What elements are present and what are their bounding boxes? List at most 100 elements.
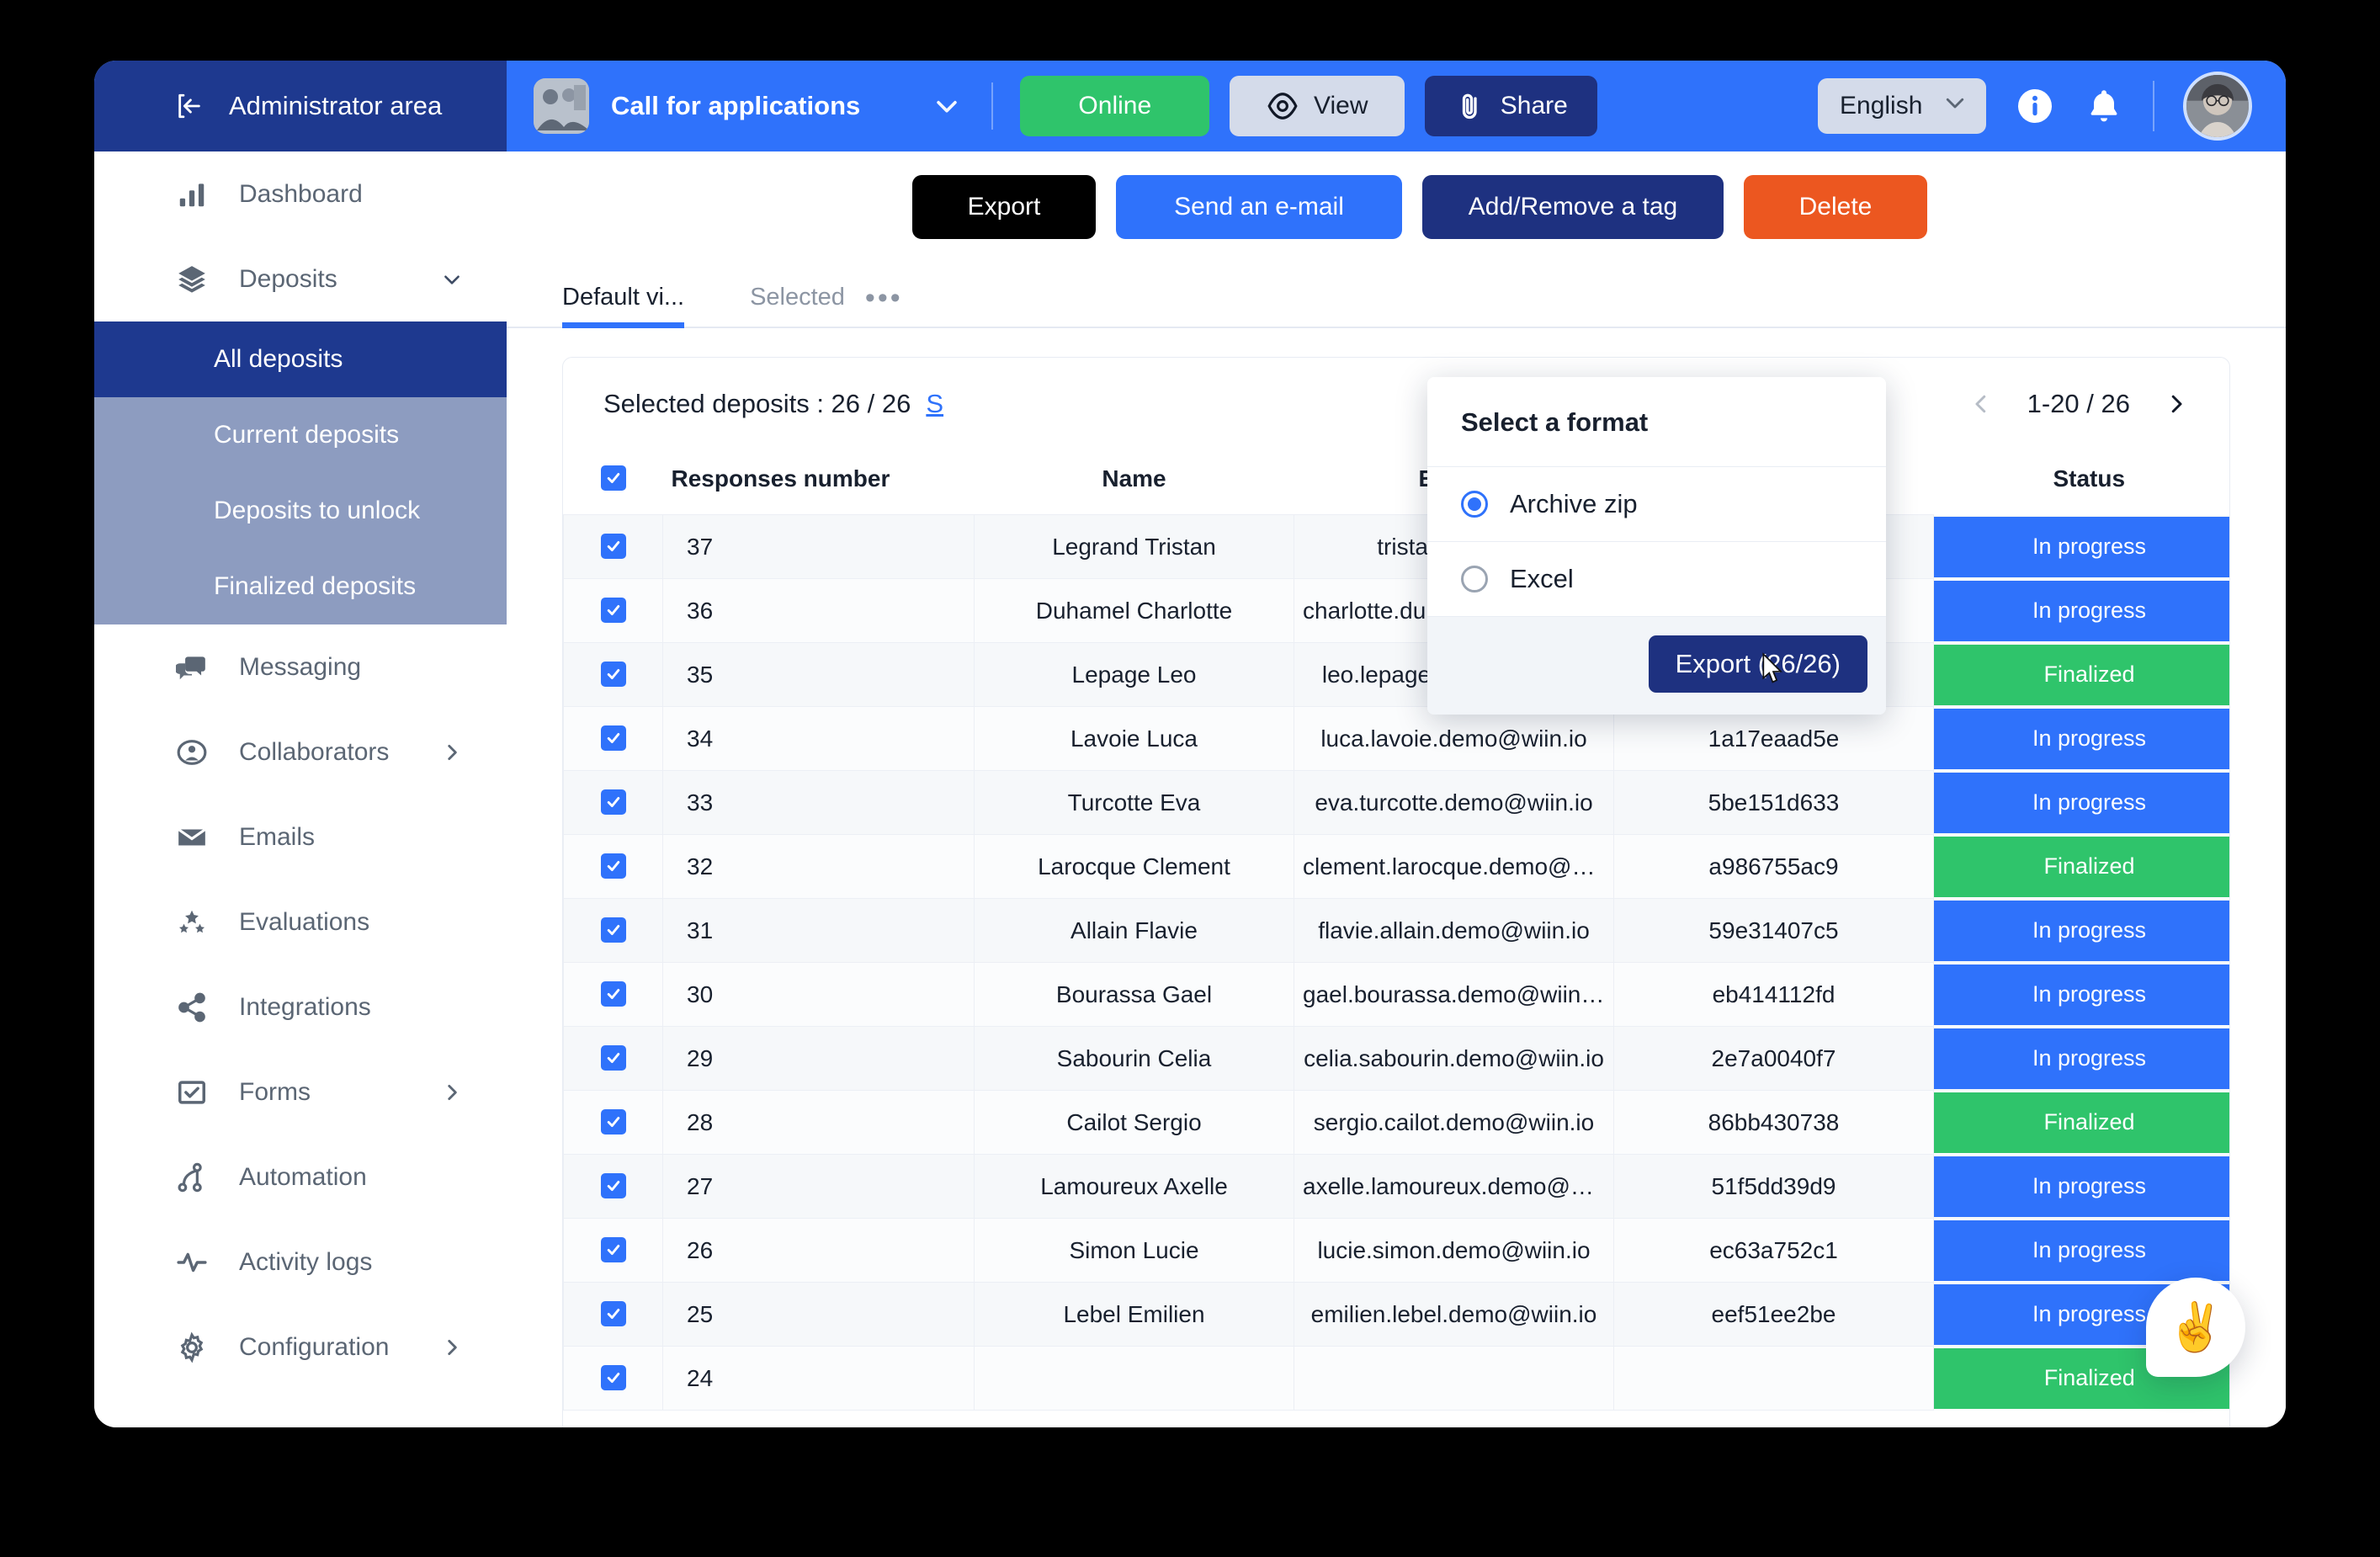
cell-reference: 1a17eaad5e <box>1613 706 1934 771</box>
cell-reference: 2e7a0040f7 <box>1613 1026 1934 1091</box>
sidebar-item-all-deposits[interactable]: All deposits <box>94 321 507 397</box>
share-label: Share <box>1500 92 1568 120</box>
administrator-area-button[interactable]: Administrator area <box>94 61 507 151</box>
top-bar: Administrator area Call for applications <box>94 61 2286 151</box>
table-row[interactable]: 29 Sabourin Celia celia.sabourin.demo@wiin… <box>563 1026 2229 1091</box>
cell-status: Finalized <box>1933 642 2229 707</box>
table-row[interactable]: 27 Lamoureux Axelle axelle.lamoureux.demo@… <box>563 1154 2229 1219</box>
sidebar-item-emails[interactable]: Emails <box>94 794 507 879</box>
chat-bubble-button[interactable]: ✌️ <box>2146 1278 2245 1377</box>
cell-status: Finalized <box>1933 834 2229 899</box>
share-button[interactable]: Share <box>1425 76 1598 136</box>
cell-name: Allain Flavie <box>974 898 1294 963</box>
table-row[interactable]: 25 Lebel Emilien emilien.lebel.demo@wiin.i… <box>563 1282 2229 1347</box>
online-button[interactable]: Online <box>1020 76 1210 136</box>
row-checkbox[interactable] <box>600 917 626 943</box>
format-option-excel[interactable]: Excel <box>1427 541 1886 616</box>
cell-responses-number: 32 <box>662 834 975 899</box>
sidebar-item-configuration[interactable]: Configuration <box>94 1305 507 1390</box>
next-page-icon[interactable] <box>2164 391 2189 417</box>
sidebar-item-messaging[interactable]: Messaging <box>94 624 507 709</box>
format-option-archive-zip[interactable]: Archive zip <box>1427 466 1886 541</box>
table-row[interactable]: 26 Simon Lucie lucie.simon.demo@wiin.io ec6… <box>563 1218 2229 1283</box>
row-checkbox[interactable] <box>600 1236 626 1262</box>
select-all-checkbox[interactable] <box>600 465 626 491</box>
sidebar-item-finalized-deposits[interactable]: Finalized deposits <box>94 549 507 624</box>
export-format-dropdown: Select a format Archive zip Excel Export… <box>1427 377 1886 715</box>
send-email-button[interactable]: Send an e-mail <box>1116 175 1402 239</box>
sidebar-item-forms[interactable]: Forms <box>94 1050 507 1135</box>
row-checkbox[interactable] <box>600 661 626 687</box>
select-all-link[interactable]: S <box>926 389 943 419</box>
project-selector[interactable]: Call for applications <box>507 61 991 151</box>
avatar[interactable] <box>2183 72 2252 141</box>
row-checkbox[interactable] <box>600 1364 626 1390</box>
table-row[interactable]: 36Duhamel Charlottecharlotte.duhamel.dem… <box>563 578 2229 643</box>
confirm-export-button[interactable]: Export (26/26) <box>1648 635 1867 693</box>
row-checkbox[interactable] <box>600 1108 626 1135</box>
delete-button[interactable]: Delete <box>1744 175 1927 239</box>
sidebar-item-current-deposits[interactable]: Current deposits <box>94 397 507 473</box>
cell-responses-number: 30 <box>662 962 975 1027</box>
table-row[interactable]: 24 Finalized <box>563 1346 2229 1411</box>
row-checkbox[interactable] <box>600 533 626 559</box>
chevron-right-icon <box>441 1336 463 1358</box>
info-icon[interactable] <box>2015 86 2055 126</box>
chevron-down-icon[interactable] <box>932 92 961 120</box>
sidebar-item-activity-logs[interactable]: Activity logs <box>94 1220 507 1305</box>
row-checkbox[interactable] <box>600 1044 626 1071</box>
sidebar-item-collaborators[interactable]: Collaborators <box>94 709 507 794</box>
automation-icon <box>175 1161 209 1194</box>
status-badge: In progress <box>1934 516 2229 577</box>
row-checkbox[interactable] <box>600 980 626 1007</box>
status-badge: In progress <box>1934 900 2229 961</box>
table-row[interactable]: 28 Cailot Sergio sergio.cailot.demo@wiin.i… <box>563 1090 2229 1155</box>
stars-icon <box>175 906 209 939</box>
dropdown-title: Select a format <box>1461 407 1649 437</box>
tab-selected[interactable]: Selected <box>750 284 845 327</box>
add-remove-tag-button[interactable]: Add/Remove a tag <box>1422 175 1724 239</box>
row-checkbox[interactable] <box>600 597 626 623</box>
table-row[interactable]: 37Legrand Tristantristan@wiin.io7ed5d795… <box>563 514 2229 579</box>
format-option-label: Archive zip <box>1510 489 1638 518</box>
table-row[interactable]: 35Lepage Leoleo.lepage.demo@wiin.io512f8… <box>563 642 2229 707</box>
table-row[interactable]: 34 Lavoie Luca luca.lavoie.demo@wiin.io 1a1… <box>563 706 2229 771</box>
screen-root: Administrator area Call for applications <box>0 0 2380 1557</box>
format-option-label: Excel <box>1510 564 1574 593</box>
row-checkbox[interactable] <box>600 853 626 879</box>
sidebar-item-automation[interactable]: Automation <box>94 1135 507 1220</box>
cell-name: Legrand Tristan <box>974 514 1294 579</box>
row-select-cell <box>563 1282 663 1347</box>
row-checkbox[interactable] <box>600 1172 626 1198</box>
table-row[interactable]: 30 Bourassa Gael gael.bourassa.demo@wiin.i… <box>563 962 2229 1027</box>
tabs-more-icon[interactable]: ••• <box>865 282 903 327</box>
cell-name: Simon Lucie <box>974 1218 1294 1283</box>
export-button[interactable]: Export <box>912 175 1096 239</box>
cell-responses-number: 29 <box>662 1026 975 1091</box>
table-row[interactable]: 32 Larocque Clement clement.larocque.demo@… <box>563 834 2229 899</box>
language-selector[interactable]: English <box>1818 78 1986 134</box>
sidebar-item-integrations[interactable]: Integrations <box>94 964 507 1050</box>
tab-default-view[interactable]: Default vi... <box>562 284 685 328</box>
radio-archive-zip[interactable] <box>1461 491 1488 518</box>
table-row[interactable]: 33 Turcotte Eva eva.turcotte.demo@wiin.io 5… <box>563 770 2229 835</box>
bell-icon[interactable] <box>2084 86 2124 126</box>
table-row[interactable]: 31 Allain Flavie flavie.allain.demo@wiin.i… <box>563 898 2229 963</box>
sidebar-item-evaluations[interactable]: Evaluations <box>94 879 507 964</box>
row-checkbox[interactable] <box>600 1300 626 1326</box>
cell-email: sergio.cailot.demo@wiin.io <box>1294 1090 1614 1155</box>
project-thumbnail <box>534 78 589 134</box>
radio-excel[interactable] <box>1461 566 1488 593</box>
previous-page-icon[interactable] <box>1968 391 1994 417</box>
sidebar-item-deposits-to-unlock[interactable]: Deposits to unlock <box>94 473 507 549</box>
cell-responses-number: 25 <box>662 1282 975 1347</box>
sidebar-item-dashboard[interactable]: Dashboard <box>94 151 507 236</box>
view-button[interactable]: View <box>1230 76 1405 136</box>
row-checkbox[interactable] <box>600 725 626 751</box>
status-badge: Finalized <box>1934 1092 2229 1153</box>
header-responses-number: Responses number <box>662 450 975 515</box>
row-select-cell <box>563 1346 663 1411</box>
row-checkbox[interactable] <box>600 789 626 815</box>
sidebar-item-deposits[interactable]: Deposits <box>94 236 507 321</box>
cell-reference <box>1613 1346 1934 1411</box>
